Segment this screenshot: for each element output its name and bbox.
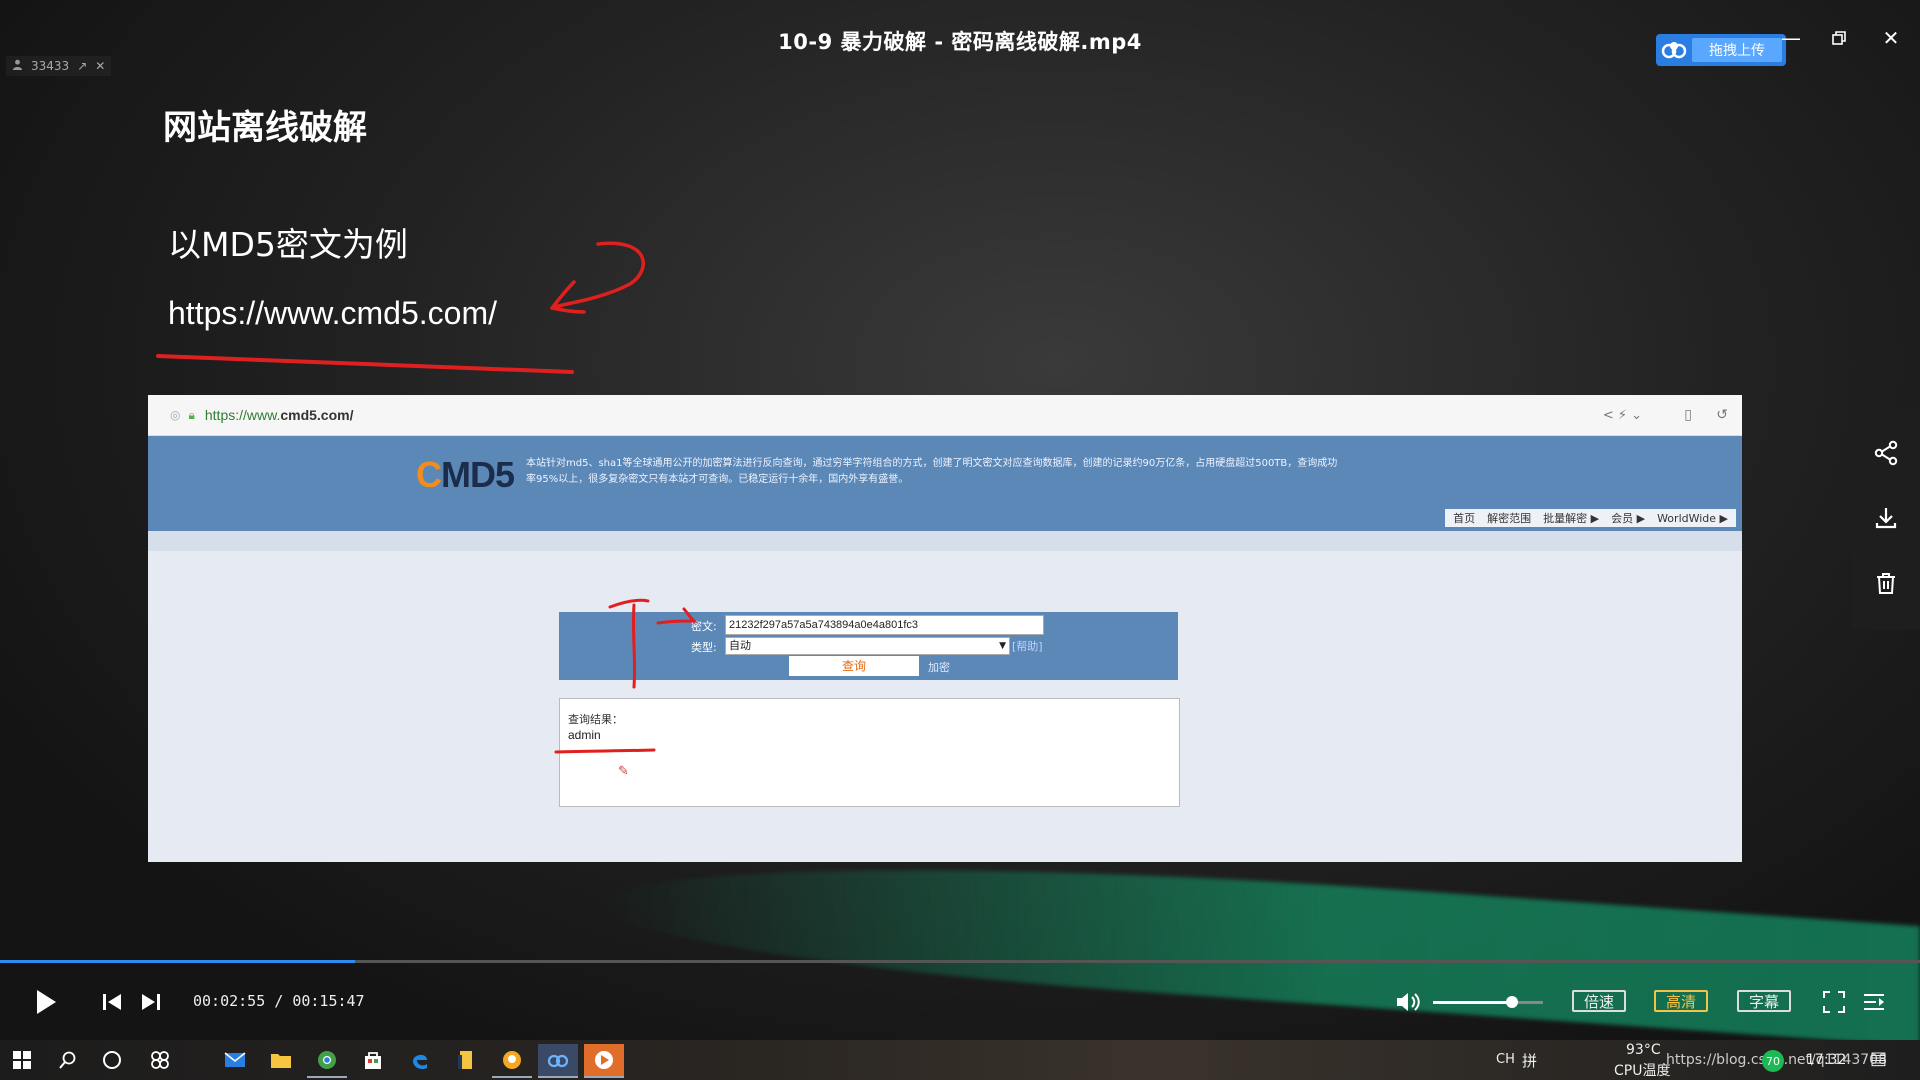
download-icon[interactable]: [1873, 505, 1899, 535]
search-icon[interactable]: [48, 1044, 88, 1076]
volume-slider[interactable]: [1433, 996, 1543, 1008]
website-screenshot: ◎ 🔒︎ https://www.cmd5.com/ < ⚡ ⌄ ▯ ↺ CMD…: [148, 395, 1742, 862]
playlist-icon[interactable]: [1860, 988, 1888, 1016]
player-controls: 00:02:55 / 00:15:47 倍速 高清 字幕: [0, 964, 1920, 1040]
task-view-icon[interactable]: [140, 1044, 180, 1076]
next-icon[interactable]: [138, 990, 164, 1014]
play-icon[interactable]: [30, 984, 62, 1020]
mail-icon[interactable]: [215, 1044, 255, 1076]
edge-icon[interactable]: [400, 1044, 440, 1076]
cortana-icon[interactable]: [92, 1044, 132, 1076]
player-app-icon[interactable]: [584, 1044, 624, 1078]
windows-start-icon[interactable]: [2, 1044, 42, 1076]
clock[interactable]: 17:32: [1806, 1052, 1846, 1068]
baidu-netdisk-icon[interactable]: [538, 1044, 578, 1078]
cpu-temperature: 93°C: [1626, 1042, 1661, 1058]
volume-knob[interactable]: [1506, 996, 1519, 1008]
taskbar: CH 拼 93°C CPU温度 https://blog.csdn.net/q1…: [0, 1040, 1920, 1080]
time-display: 00:02:55 / 00:15:47: [193, 992, 365, 1010]
tray-badge[interactable]: 70: [1762, 1050, 1784, 1072]
fullscreen-icon[interactable]: [1820, 988, 1848, 1016]
progress-fill: [0, 960, 356, 963]
previous-icon[interactable]: [99, 990, 125, 1014]
file-explorer-icon[interactable]: [261, 1044, 301, 1076]
volume-fill: [1433, 1001, 1513, 1004]
progress-bar[interactable]: [0, 960, 1920, 963]
store-icon[interactable]: [353, 1044, 393, 1076]
notification-icon[interactable]: ▤: [1870, 1048, 1887, 1069]
browser-icon[interactable]: [492, 1044, 532, 1078]
chrome-icon[interactable]: [307, 1044, 347, 1078]
cpu-temperature-label: CPU温度: [1614, 1063, 1671, 1079]
quality-button[interactable]: 高清: [1654, 990, 1708, 1012]
site-red-annotations: [554, 598, 698, 754]
files-icon[interactable]: [446, 1044, 486, 1076]
share-icon[interactable]: [1873, 440, 1899, 470]
side-action-panel: [1852, 410, 1920, 630]
trash-icon[interactable]: [1873, 570, 1899, 600]
speed-button[interactable]: 倍速: [1572, 990, 1626, 1012]
subtitle-button[interactable]: 字幕: [1737, 990, 1791, 1012]
keyboard-icon[interactable]: 拼: [1522, 1050, 1537, 1071]
ime-indicator[interactable]: CH: [1496, 1052, 1515, 1067]
volume-icon[interactable]: [1393, 988, 1423, 1016]
